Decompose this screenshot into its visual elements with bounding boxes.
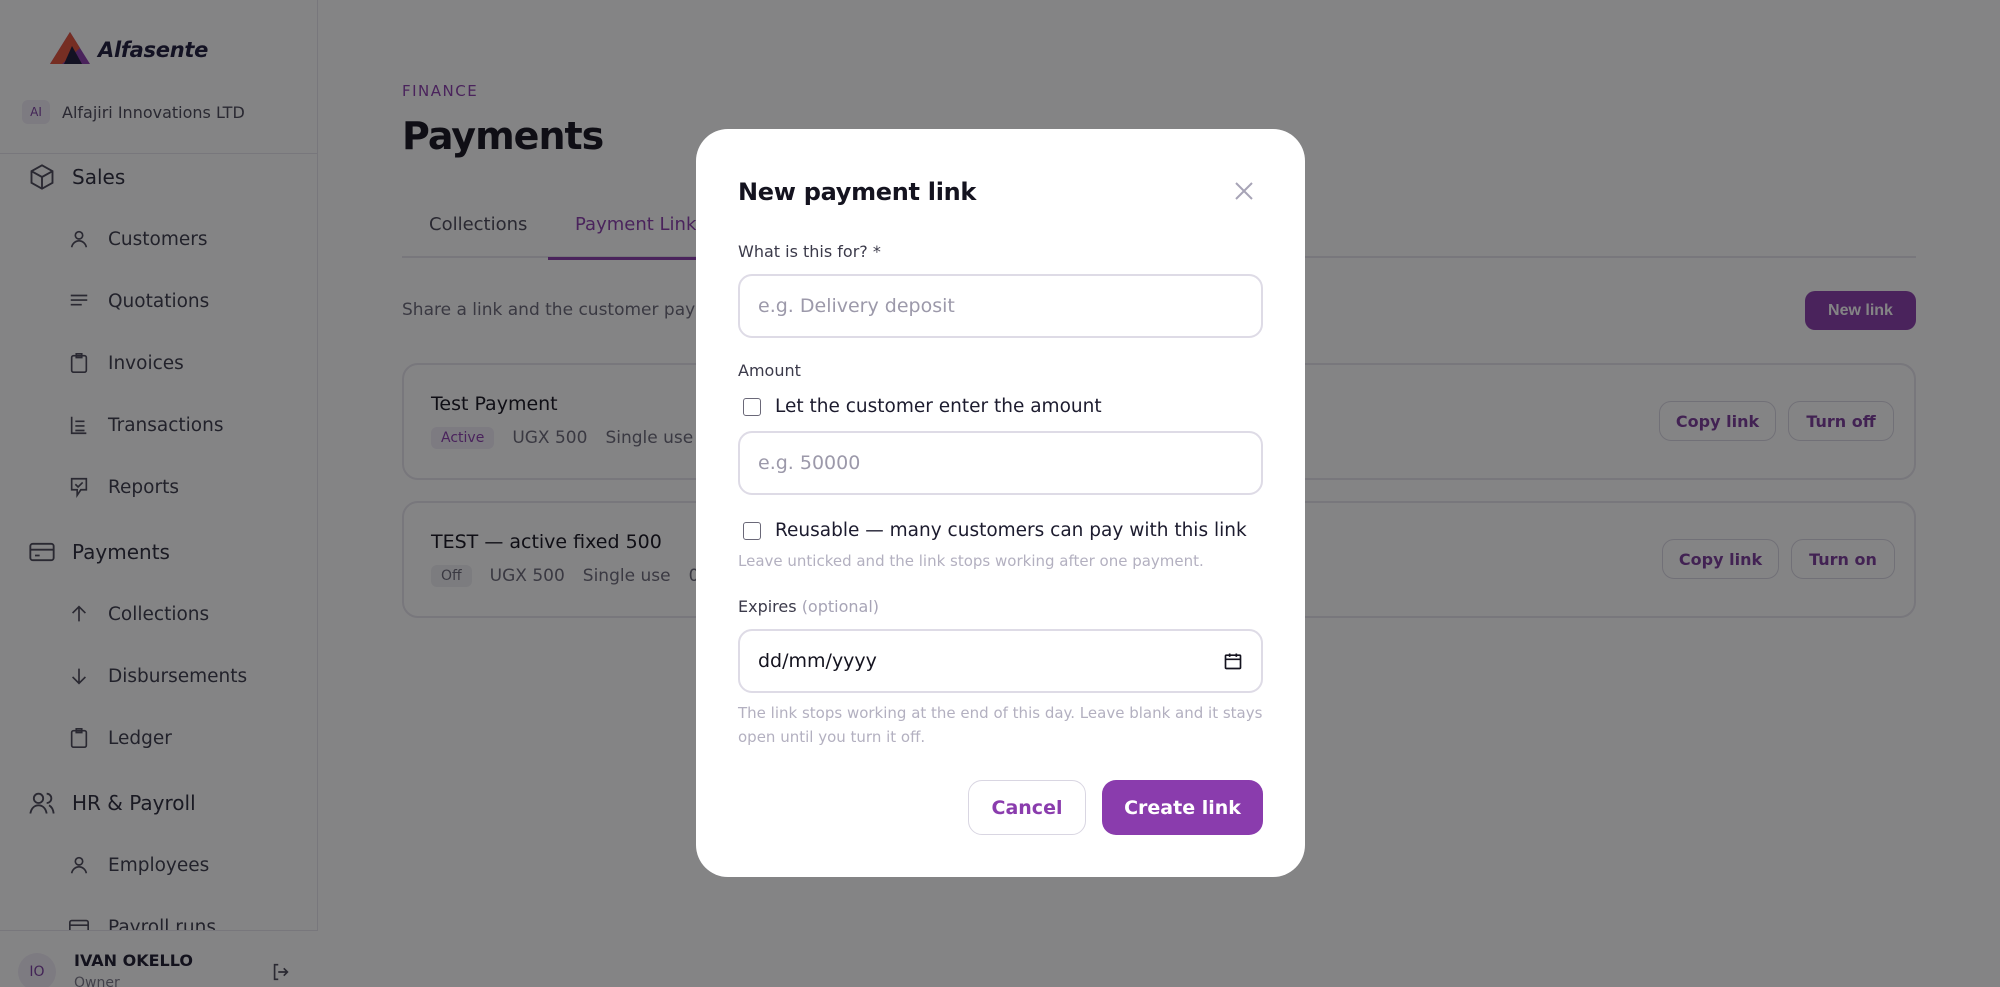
purpose-label: What is this for? * — [738, 242, 881, 261]
purpose-input[interactable] — [738, 274, 1263, 338]
reusable-option[interactable]: Reusable — many customers can pay with t… — [743, 520, 1247, 541]
expires-hint: The link stops working at the end of thi… — [738, 704, 1263, 746]
expires-date-input[interactable]: dd/mm/yyyy — [738, 629, 1263, 693]
new-payment-link-dialog: New payment link What is this for? * Amo… — [696, 129, 1305, 877]
expires-label-text: Expires — [738, 597, 797, 616]
reusable-label: Reusable — many customers can pay with t… — [775, 520, 1247, 541]
customer-amount-label: Let the customer enter the amount — [775, 396, 1102, 417]
dialog-title: New payment link — [738, 178, 977, 206]
amount-label: Amount — [738, 361, 801, 380]
date-placeholder: dd/mm/yyyy — [758, 650, 877, 672]
customer-amount-checkbox[interactable] — [743, 397, 761, 416]
expires-label: Expires (optional) — [738, 597, 879, 616]
customer-amount-option[interactable]: Let the customer enter the amount — [743, 396, 1102, 417]
close-icon[interactable] — [1232, 179, 1256, 203]
reusable-hint: Leave unticked and the link stops workin… — [738, 552, 1204, 570]
calendar-icon[interactable] — [1223, 651, 1243, 671]
amount-input[interactable] — [738, 431, 1263, 495]
cancel-button[interactable]: Cancel — [968, 780, 1086, 835]
create-link-button[interactable]: Create link — [1102, 780, 1263, 835]
expires-optional: (optional) — [801, 597, 880, 616]
reusable-checkbox[interactable] — [743, 521, 761, 540]
